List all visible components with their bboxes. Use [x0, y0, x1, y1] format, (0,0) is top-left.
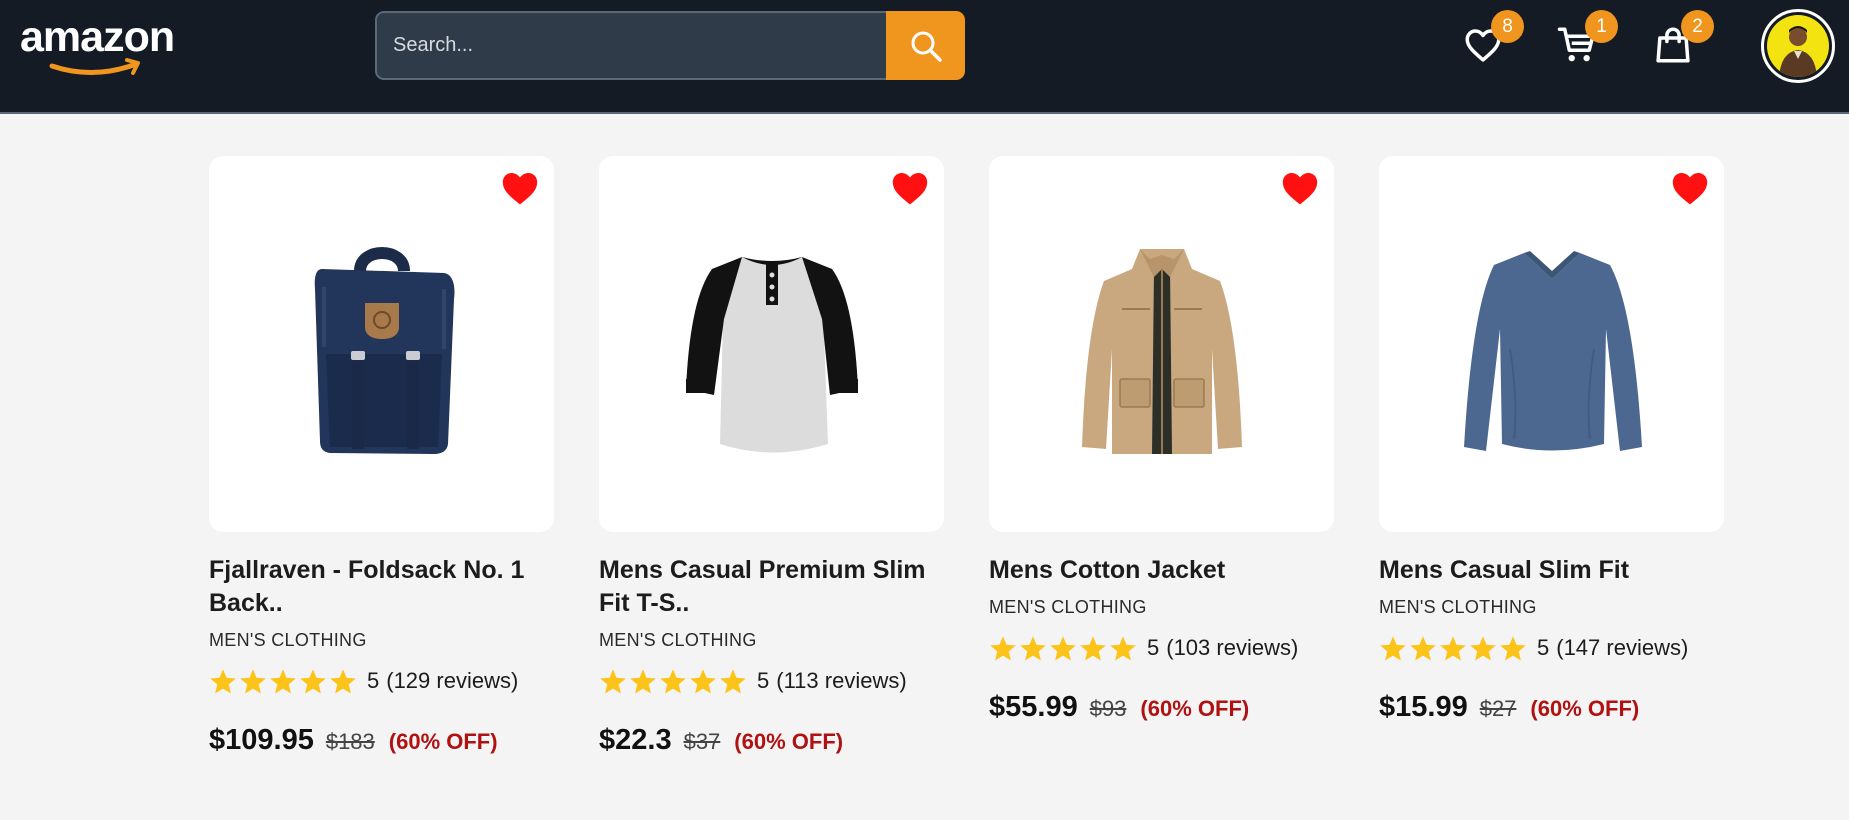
- star-icon: [990, 635, 1016, 661]
- original-price: $37: [683, 729, 721, 754]
- review-count: (129 reviews): [386, 668, 519, 693]
- favorite-heart-icon[interactable]: [1280, 170, 1320, 206]
- product-card: Fjallraven - Foldsack No. 1 Back.. MEN'S…: [209, 156, 554, 757]
- product-rating: 5 (147 reviews): [1379, 633, 1724, 663]
- product-title[interactable]: Mens Casual Slim Fit: [1379, 554, 1724, 587]
- star-icon: [330, 668, 356, 694]
- original-price: $183: [325, 729, 375, 754]
- search-icon: [911, 31, 942, 62]
- star-icon: [1110, 635, 1136, 661]
- search-input[interactable]: [375, 11, 888, 80]
- search-button[interactable]: [886, 11, 965, 80]
- cart-count-badge: 1: [1585, 10, 1618, 43]
- discount-label: (60% OFF): [734, 729, 844, 754]
- star-icon: [1500, 635, 1526, 661]
- current-price: $109.95: [209, 724, 314, 756]
- logo-smile-icon: [49, 58, 140, 75]
- product-category: MEN'S CLOTHING: [599, 630, 757, 650]
- favorite-heart-icon[interactable]: [1670, 170, 1710, 206]
- product-rating: 5 (113 reviews): [599, 666, 944, 696]
- favorite-heart-icon[interactable]: [890, 170, 930, 206]
- discount-label: (60% OFF): [1140, 696, 1250, 721]
- product-image-frame[interactable]: [599, 156, 944, 532]
- star-icon: [690, 668, 716, 694]
- favorite-heart-icon[interactable]: [500, 170, 540, 206]
- current-price: $55.99: [989, 691, 1078, 723]
- star-icon: [300, 668, 326, 694]
- product-category: MEN'S CLOTHING: [1379, 597, 1537, 617]
- price-row: $109.95 $183 (60% OFF): [209, 724, 554, 757]
- star-icon: [1050, 635, 1076, 661]
- rating-value: 5: [757, 668, 770, 693]
- star-icon: [630, 668, 656, 694]
- star-icon: [270, 668, 296, 694]
- wishlist-count-badge: 8: [1491, 10, 1524, 43]
- product-image-frame[interactable]: [209, 156, 554, 532]
- price-row: $22.3 $37 (60% OFF): [599, 724, 944, 757]
- product-title[interactable]: Fjallraven - Foldsack No. 1 Back..: [209, 554, 554, 620]
- orders-count-badge: 2: [1681, 10, 1714, 43]
- product-card: Mens Cotton Jacket MEN'S CLOTHING 5 (103…: [989, 156, 1334, 724]
- price-row: $55.99 $93 (60% OFF): [989, 691, 1334, 724]
- orders-button[interactable]: 2: [1652, 10, 1714, 70]
- star-rating: [599, 668, 747, 695]
- star-rating: [989, 635, 1137, 662]
- product-category: MEN'S CLOTHING: [209, 630, 367, 650]
- current-price: $15.99: [1379, 691, 1468, 723]
- star-icon: [1380, 635, 1406, 661]
- original-price: $27: [1479, 696, 1517, 721]
- star-icon: [1080, 635, 1106, 661]
- star-rating: [1379, 635, 1527, 662]
- review-count: (113 reviews): [776, 668, 907, 693]
- product-rating: 5 (129 reviews): [209, 666, 554, 696]
- star-icon: [1020, 635, 1046, 661]
- current-price: $22.3: [599, 724, 672, 756]
- avatar-photo: [1767, 15, 1829, 77]
- product-title[interactable]: Mens Cotton Jacket: [989, 554, 1334, 587]
- user-avatar[interactable]: [1761, 9, 1835, 83]
- star-icon: [1410, 635, 1436, 661]
- rating-value: 5: [1537, 635, 1550, 660]
- star-icon: [600, 668, 626, 694]
- product-card: Mens Casual Slim Fit MEN'S CLOTHING 5 (1…: [1379, 156, 1724, 724]
- product-rating: 5 (103 reviews): [989, 633, 1334, 663]
- amazon-logo[interactable]: amazon: [20, 14, 196, 75]
- product-image-frame[interactable]: [1379, 156, 1724, 532]
- long-sleeve-shirt-image: [1463, 251, 1642, 451]
- raglan-t-shirt-image: [685, 257, 858, 453]
- rating-value: 5: [1147, 635, 1160, 660]
- product-card: Mens Casual Premium Slim Fit T-S.. MEN'S…: [599, 156, 944, 757]
- price-row: $15.99 $27 (60% OFF): [1379, 691, 1724, 724]
- original-price: $93: [1089, 696, 1127, 721]
- product-title[interactable]: Mens Casual Premium Slim Fit T-S..: [599, 554, 944, 620]
- star-icon: [660, 668, 686, 694]
- discount-label: (60% OFF): [388, 729, 498, 754]
- star-icon: [240, 668, 266, 694]
- rating-value: 5: [367, 668, 380, 693]
- top-navbar: amazon 8 1: [0, 0, 1849, 114]
- search-bar: [375, 11, 965, 80]
- star-icon: [1470, 635, 1496, 661]
- star-icon: [210, 668, 236, 694]
- product-category: MEN'S CLOTHING: [989, 597, 1147, 617]
- star-rating: [209, 668, 357, 695]
- cart-button[interactable]: 1: [1556, 10, 1618, 70]
- review-count: (147 reviews): [1556, 635, 1689, 660]
- backpack-image: [314, 247, 455, 454]
- star-icon: [1440, 635, 1466, 661]
- jacket-image: [1081, 249, 1242, 454]
- product-image-frame[interactable]: [989, 156, 1334, 532]
- discount-label: (60% OFF): [1530, 696, 1640, 721]
- star-icon: [720, 668, 746, 694]
- wishlist-button[interactable]: 8: [1462, 10, 1524, 70]
- review-count: (103 reviews): [1166, 635, 1299, 660]
